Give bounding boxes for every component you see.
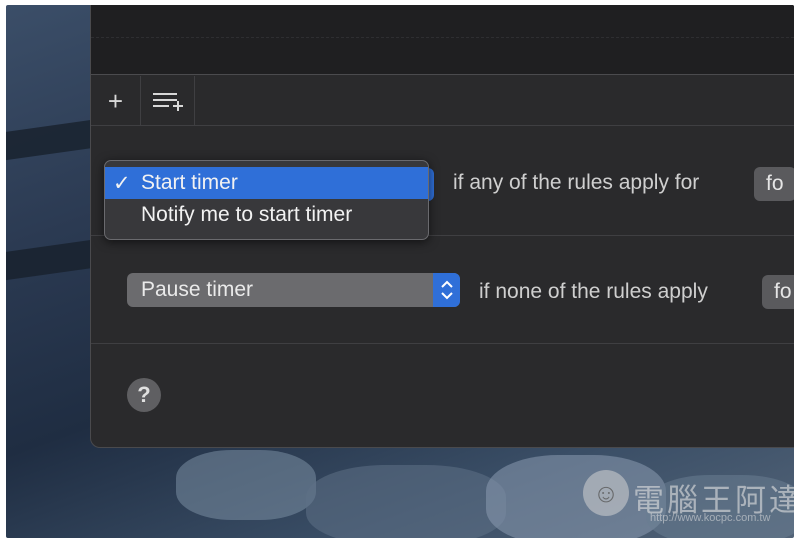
plus-icon: + (107, 85, 124, 116)
chevron-updown-icon (433, 273, 460, 307)
pause-action-popup[interactable]: Pause timer (127, 273, 460, 307)
pause-condition-label: if none of the rules apply (479, 280, 708, 303)
watermark-url: http://www.kocpc.com.tw (650, 512, 771, 524)
window-titlebar (91, 5, 794, 75)
pause-scope-popup[interactable]: fo (762, 275, 794, 309)
add-rule-button[interactable]: + (91, 76, 141, 126)
background-rock (176, 450, 316, 520)
start-condition-label: if any of the rules apply for (453, 171, 700, 194)
menu-item-label: Notify me to start timer (141, 203, 353, 226)
rules-toolbar: + (91, 76, 794, 126)
menu-item-start-timer[interactable]: ✓ Start timer (105, 167, 428, 199)
preferences-window: + if any of the rules apply for fo Pause… (90, 5, 794, 448)
start-scope-popup[interactable]: fo (754, 167, 794, 201)
start-action-dropdown-menu: ✓ Start timer Notify me to start timer (104, 160, 429, 240)
checkmark-icon: ✓ (113, 172, 131, 195)
list-plus-icon (152, 93, 183, 111)
menu-item-notify-start-timer[interactable]: Notify me to start timer (105, 199, 428, 231)
add-rule-group-button[interactable] (141, 76, 195, 126)
watermark-logo-icon: ☺ (583, 470, 629, 516)
pause-action-value: Pause timer (141, 278, 254, 301)
help-button[interactable]: ? (127, 378, 161, 412)
background-rock (306, 465, 506, 538)
menu-item-label: Start timer (141, 171, 238, 194)
row-divider (91, 343, 794, 344)
desktop-background: + if any of the rules apply for fo Pause… (6, 5, 794, 538)
